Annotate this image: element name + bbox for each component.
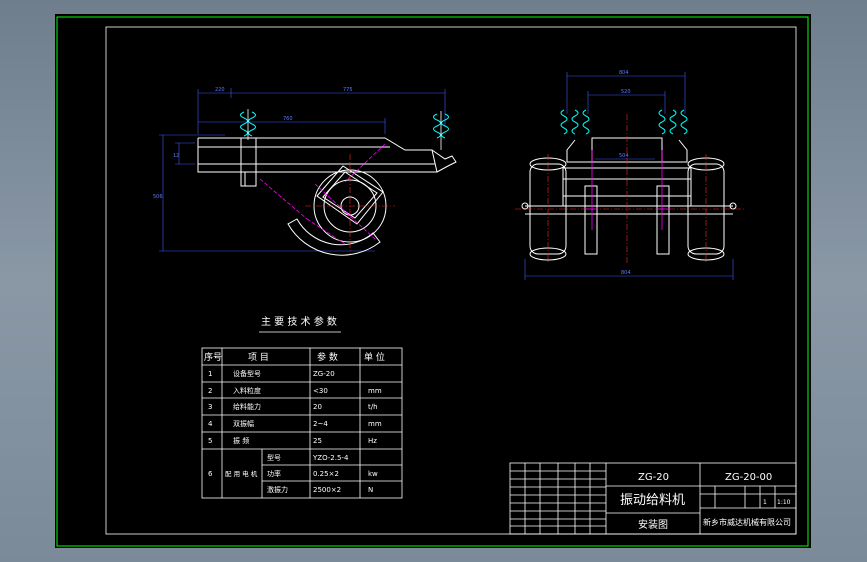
- row-unit: Hz: [368, 437, 377, 445]
- row-item: 双振幅: [233, 419, 254, 428]
- title-block-model: ZG-20: [638, 472, 669, 483]
- col-header-value: 参 数: [317, 351, 338, 363]
- side-view: 220 775 760 12 506: [153, 87, 457, 256]
- row-unit: mm: [368, 420, 382, 428]
- col-header-no: 序号: [204, 351, 222, 363]
- col-header-unit: 单 位: [364, 351, 385, 363]
- inner-frame: [105, 26, 797, 535]
- dim-side-top-left: 220: [215, 87, 225, 93]
- row-no: 3: [208, 403, 212, 411]
- dim-front-top: 804: [619, 70, 629, 76]
- front-view: 804 520 504 804: [515, 70, 745, 280]
- drawing-sheet: 220 775 760 12 506 804 520 504 804 主 要 技…: [55, 14, 811, 548]
- row-no: 2: [208, 387, 212, 395]
- row-value: ZG-20: [313, 370, 335, 378]
- dim-side-inner: 760: [283, 116, 293, 122]
- row-item: 设备型号: [233, 369, 261, 378]
- motor-row-value: 0.25×2: [313, 470, 339, 478]
- dim-side-height-total: 506: [153, 194, 163, 200]
- title-block-sheet: 1: [763, 499, 767, 506]
- motor-row-value: 2500×2: [313, 486, 341, 494]
- dim-side-top-right: 775: [343, 87, 353, 93]
- dim-front-bottom: 804: [621, 270, 631, 276]
- title-block-drawing-no: ZG-20-00: [725, 472, 772, 483]
- row-value: <30: [313, 387, 328, 395]
- motor-row-value: YZO-2.5-4: [312, 454, 349, 462]
- title-block-company: 新乡市威达机械有限公司: [703, 517, 791, 527]
- title-block-view: 安装图: [638, 518, 668, 531]
- params-table: 序号 项 目 参 数 单 位 1 设备型号 ZG-20 2 入料粒度 <30 m…: [201, 347, 403, 499]
- motor-row-no: 6: [208, 470, 213, 478]
- row-item: 振 频: [233, 436, 249, 445]
- title-block-name: 振动给料机: [620, 493, 685, 508]
- motor-row-item: 激振力: [267, 485, 288, 494]
- motor-row-unit: N: [368, 486, 373, 494]
- row-item: 入料粒度: [233, 386, 261, 395]
- dim-front-inner: 520: [621, 89, 631, 95]
- row-value: 20: [313, 403, 322, 411]
- title-block-scale: 1:10: [777, 499, 791, 506]
- row-no: 4: [208, 420, 213, 428]
- motor-row-unit: kw: [368, 470, 378, 478]
- row-no: 5: [208, 437, 212, 445]
- motor-label: 配 用 电 机: [225, 469, 258, 478]
- params-title: 主 要 技 术 参 数: [261, 315, 337, 328]
- row-no: 1: [208, 370, 212, 378]
- motor-row-item: 型号: [267, 453, 281, 462]
- row-value: 25: [313, 437, 322, 445]
- row-value: 2~4: [313, 420, 328, 428]
- row-unit: t/h: [368, 403, 378, 411]
- title-block: ZG-20 ZG-20-00 振动给料机 安装图 新乡市威达机械有限公司 1:1…: [509, 462, 797, 535]
- drawing-canvas: 220 775 760 12 506 804 520 504 804 主 要 技…: [56, 16, 809, 547]
- dim-side-height-small: 12: [173, 153, 179, 159]
- outer-frame: [56, 16, 809, 547]
- col-header-item: 项 目: [248, 352, 269, 363]
- row-unit: mm: [368, 387, 382, 395]
- row-item: 给料能力: [233, 402, 261, 411]
- motor-row-item: 功率: [267, 469, 281, 478]
